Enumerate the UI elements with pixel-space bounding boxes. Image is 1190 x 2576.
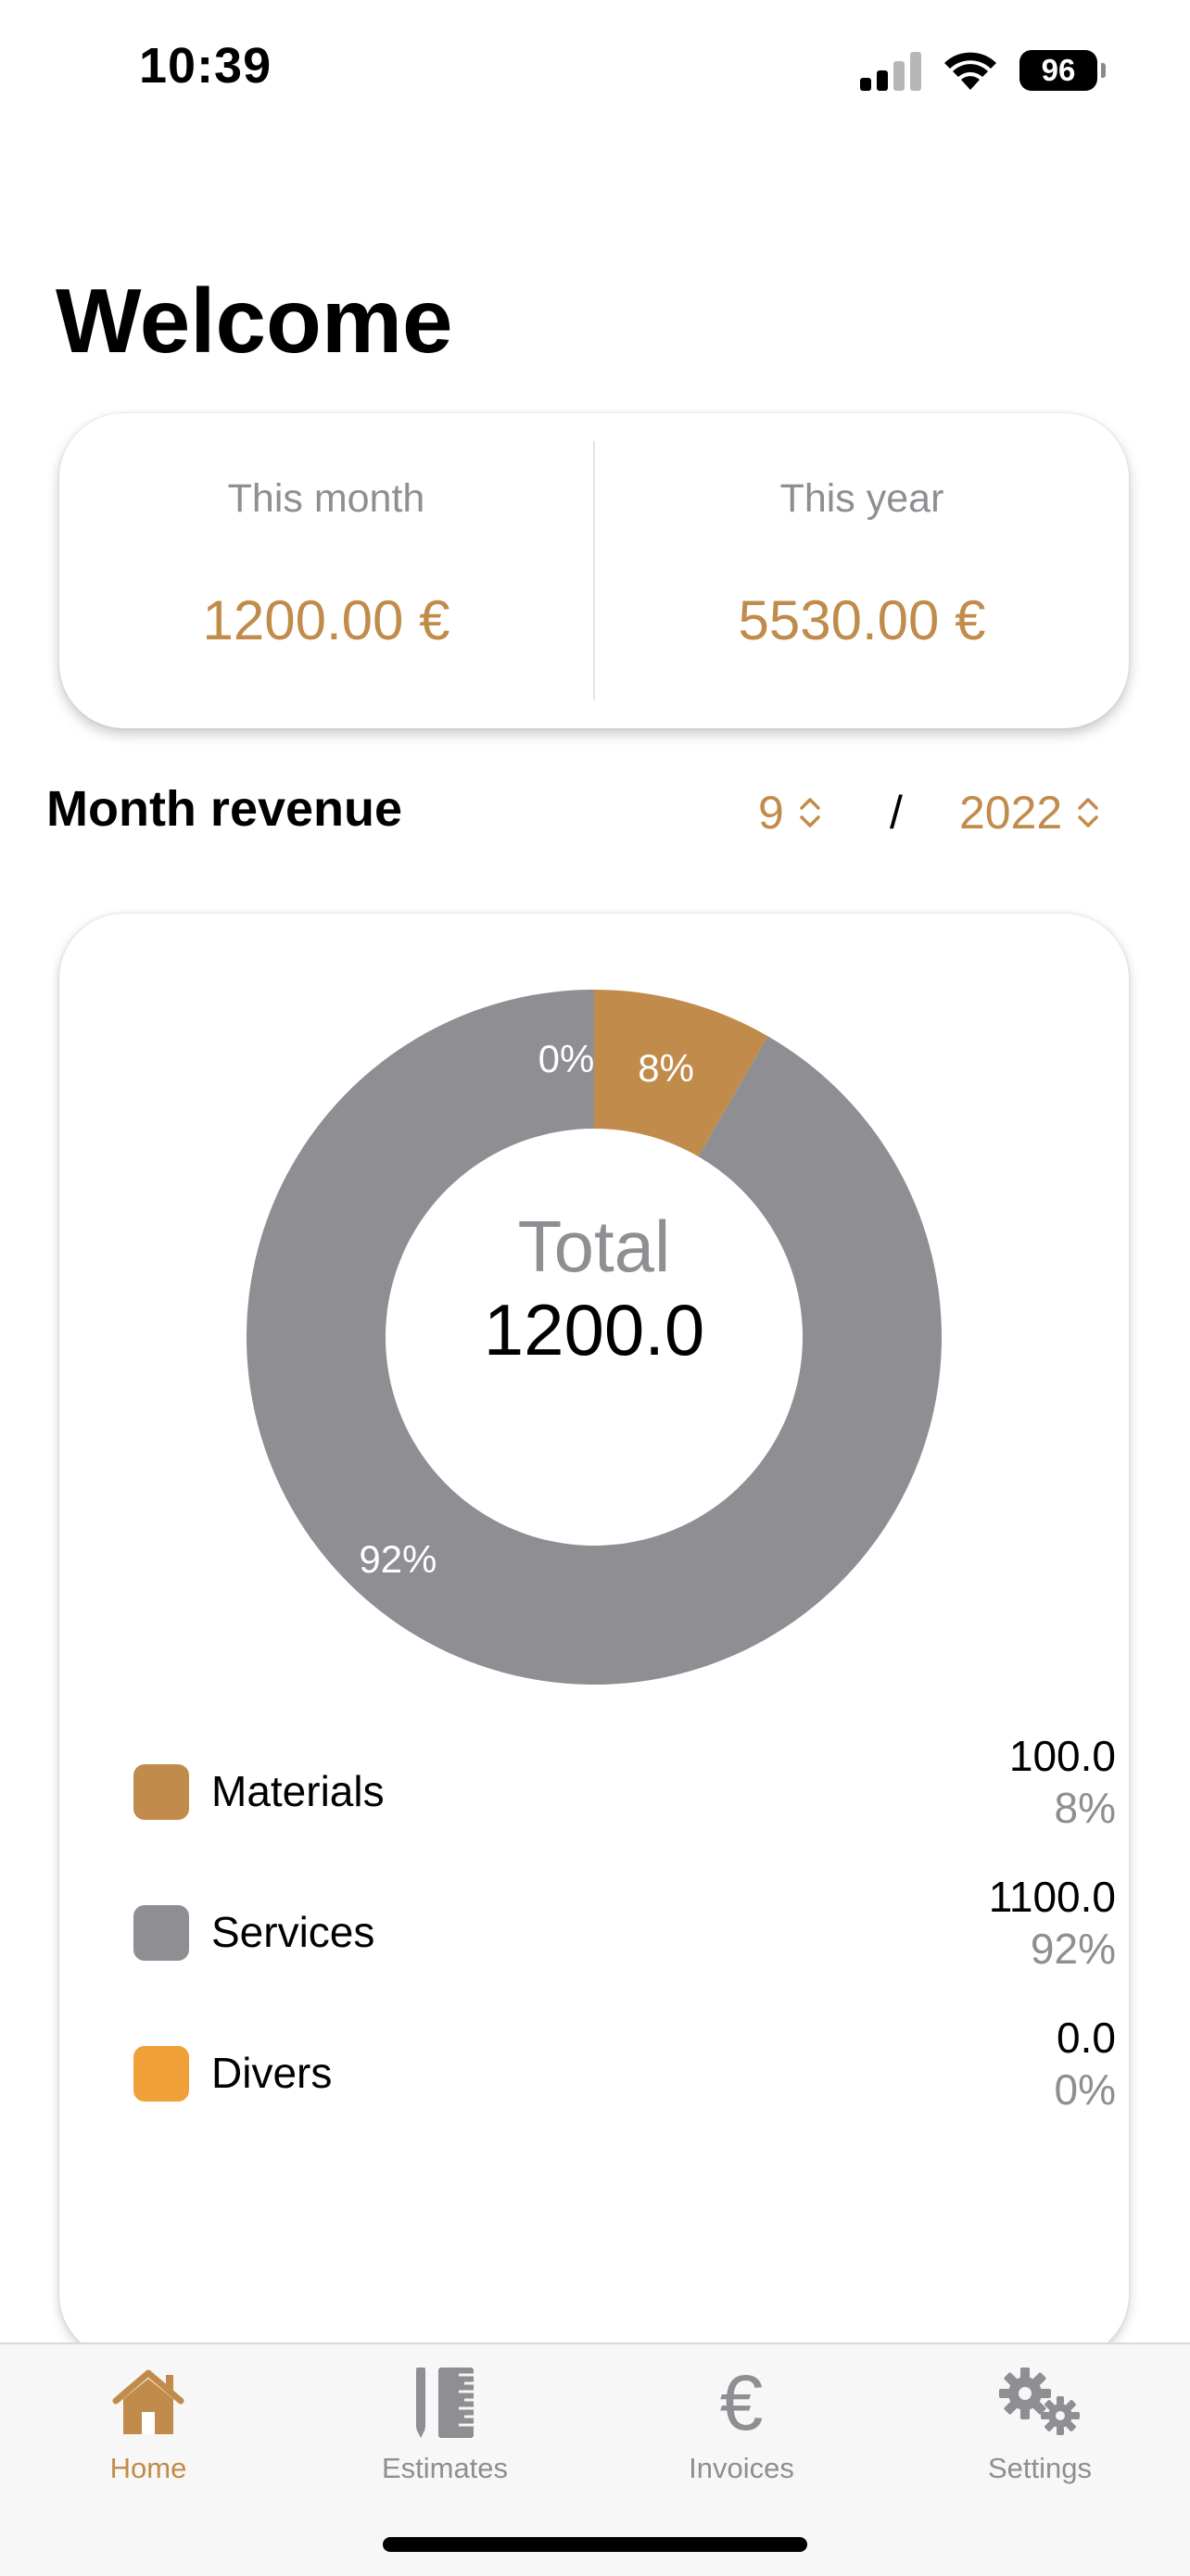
legend-item-materials: Materials 100.0 8% xyxy=(133,1725,1116,1866)
tab-settings[interactable]: Settings xyxy=(929,2361,1151,2485)
chevron-up-down-icon xyxy=(1078,798,1098,827)
tab-label: Estimates xyxy=(381,2452,509,2484)
status-icons: 96 xyxy=(860,44,1106,96)
year-picker-value: 2022 xyxy=(959,787,1063,839)
this-year-section: This year 5530.00 € xyxy=(595,413,1129,728)
battery-level: 96 xyxy=(1041,53,1076,87)
year-picker[interactable]: 2022 xyxy=(959,786,1101,840)
chart-legend: Materials 100.0 8% Services 1100.0 92% D… xyxy=(133,1725,1116,2148)
legend-item-services: Services 1100.0 92% xyxy=(133,1866,1116,2007)
total-label: Total xyxy=(517,1206,671,1287)
home-icon xyxy=(112,2369,184,2434)
gears-icon xyxy=(999,2368,1080,2435)
this-month-value: 1200.00 € xyxy=(202,589,450,651)
legend-swatch xyxy=(133,2046,189,2102)
battery-icon: 96 xyxy=(1019,50,1106,91)
slice-percent-label: 92% xyxy=(359,1537,437,1581)
revenue-summary-card: This month 1200.00 € This year 5530.00 € xyxy=(59,413,1129,728)
legend-item-divers: Divers 0.0 0% xyxy=(133,2007,1116,2148)
total-value: 1200.0 xyxy=(483,1289,705,1370)
tab-estimates[interactable]: Estimates xyxy=(334,2361,556,2485)
revenue-chart-card: 8% 92% 0% Total 1200.0 Materials 100.0 8% … xyxy=(59,914,1129,2359)
legend-percent: 92% xyxy=(1030,1925,1116,1973)
status-time: 10:39 xyxy=(139,38,272,94)
legend-label: Services xyxy=(211,1908,375,1956)
cellular-signal-icon xyxy=(860,50,921,91)
legend-value: 0.0 xyxy=(1057,2014,1116,2062)
this-year-label: This year xyxy=(779,476,944,521)
tab-label: Settings xyxy=(987,2452,1092,2484)
slice-percent-label: 0% xyxy=(538,1037,595,1080)
ruler-pencil-icon xyxy=(416,2368,474,2438)
slice-percent-label: 8% xyxy=(638,1046,694,1090)
tab-label: Home xyxy=(109,2452,187,2484)
month-picker-value: 9 xyxy=(758,787,784,839)
month-revenue-title: Month revenue xyxy=(46,781,403,837)
legend-label: Materials xyxy=(211,1767,385,1815)
legend-value: 100.0 xyxy=(1008,1732,1116,1780)
chevron-up-down-icon xyxy=(800,798,820,827)
this-month-section: This month 1200.00 € xyxy=(59,413,593,728)
legend-percent: 8% xyxy=(1054,1784,1116,1832)
legend-swatch xyxy=(133,1905,189,1961)
page-title: Welcome xyxy=(56,270,453,372)
legend-value: 1100.0 xyxy=(988,1873,1116,1921)
date-separator: / xyxy=(890,787,903,839)
tab-home[interactable]: Home xyxy=(37,2361,260,2485)
this-month-label: This month xyxy=(227,476,425,521)
donut-center: Total 1200.0 xyxy=(245,1210,943,1366)
euro-icon: € xyxy=(719,2359,764,2446)
tab-label: Invoices xyxy=(689,2452,794,2484)
home-indicator xyxy=(383,2537,807,2552)
legend-swatch xyxy=(133,1764,189,1820)
tab-invoices[interactable]: € Invoices xyxy=(630,2361,853,2485)
wifi-icon xyxy=(944,52,996,90)
this-year-value: 5530.00 € xyxy=(738,589,986,651)
legend-percent: 0% xyxy=(1054,2065,1116,2114)
month-picker[interactable]: 9 xyxy=(758,786,823,840)
legend-label: Divers xyxy=(211,2049,333,2097)
